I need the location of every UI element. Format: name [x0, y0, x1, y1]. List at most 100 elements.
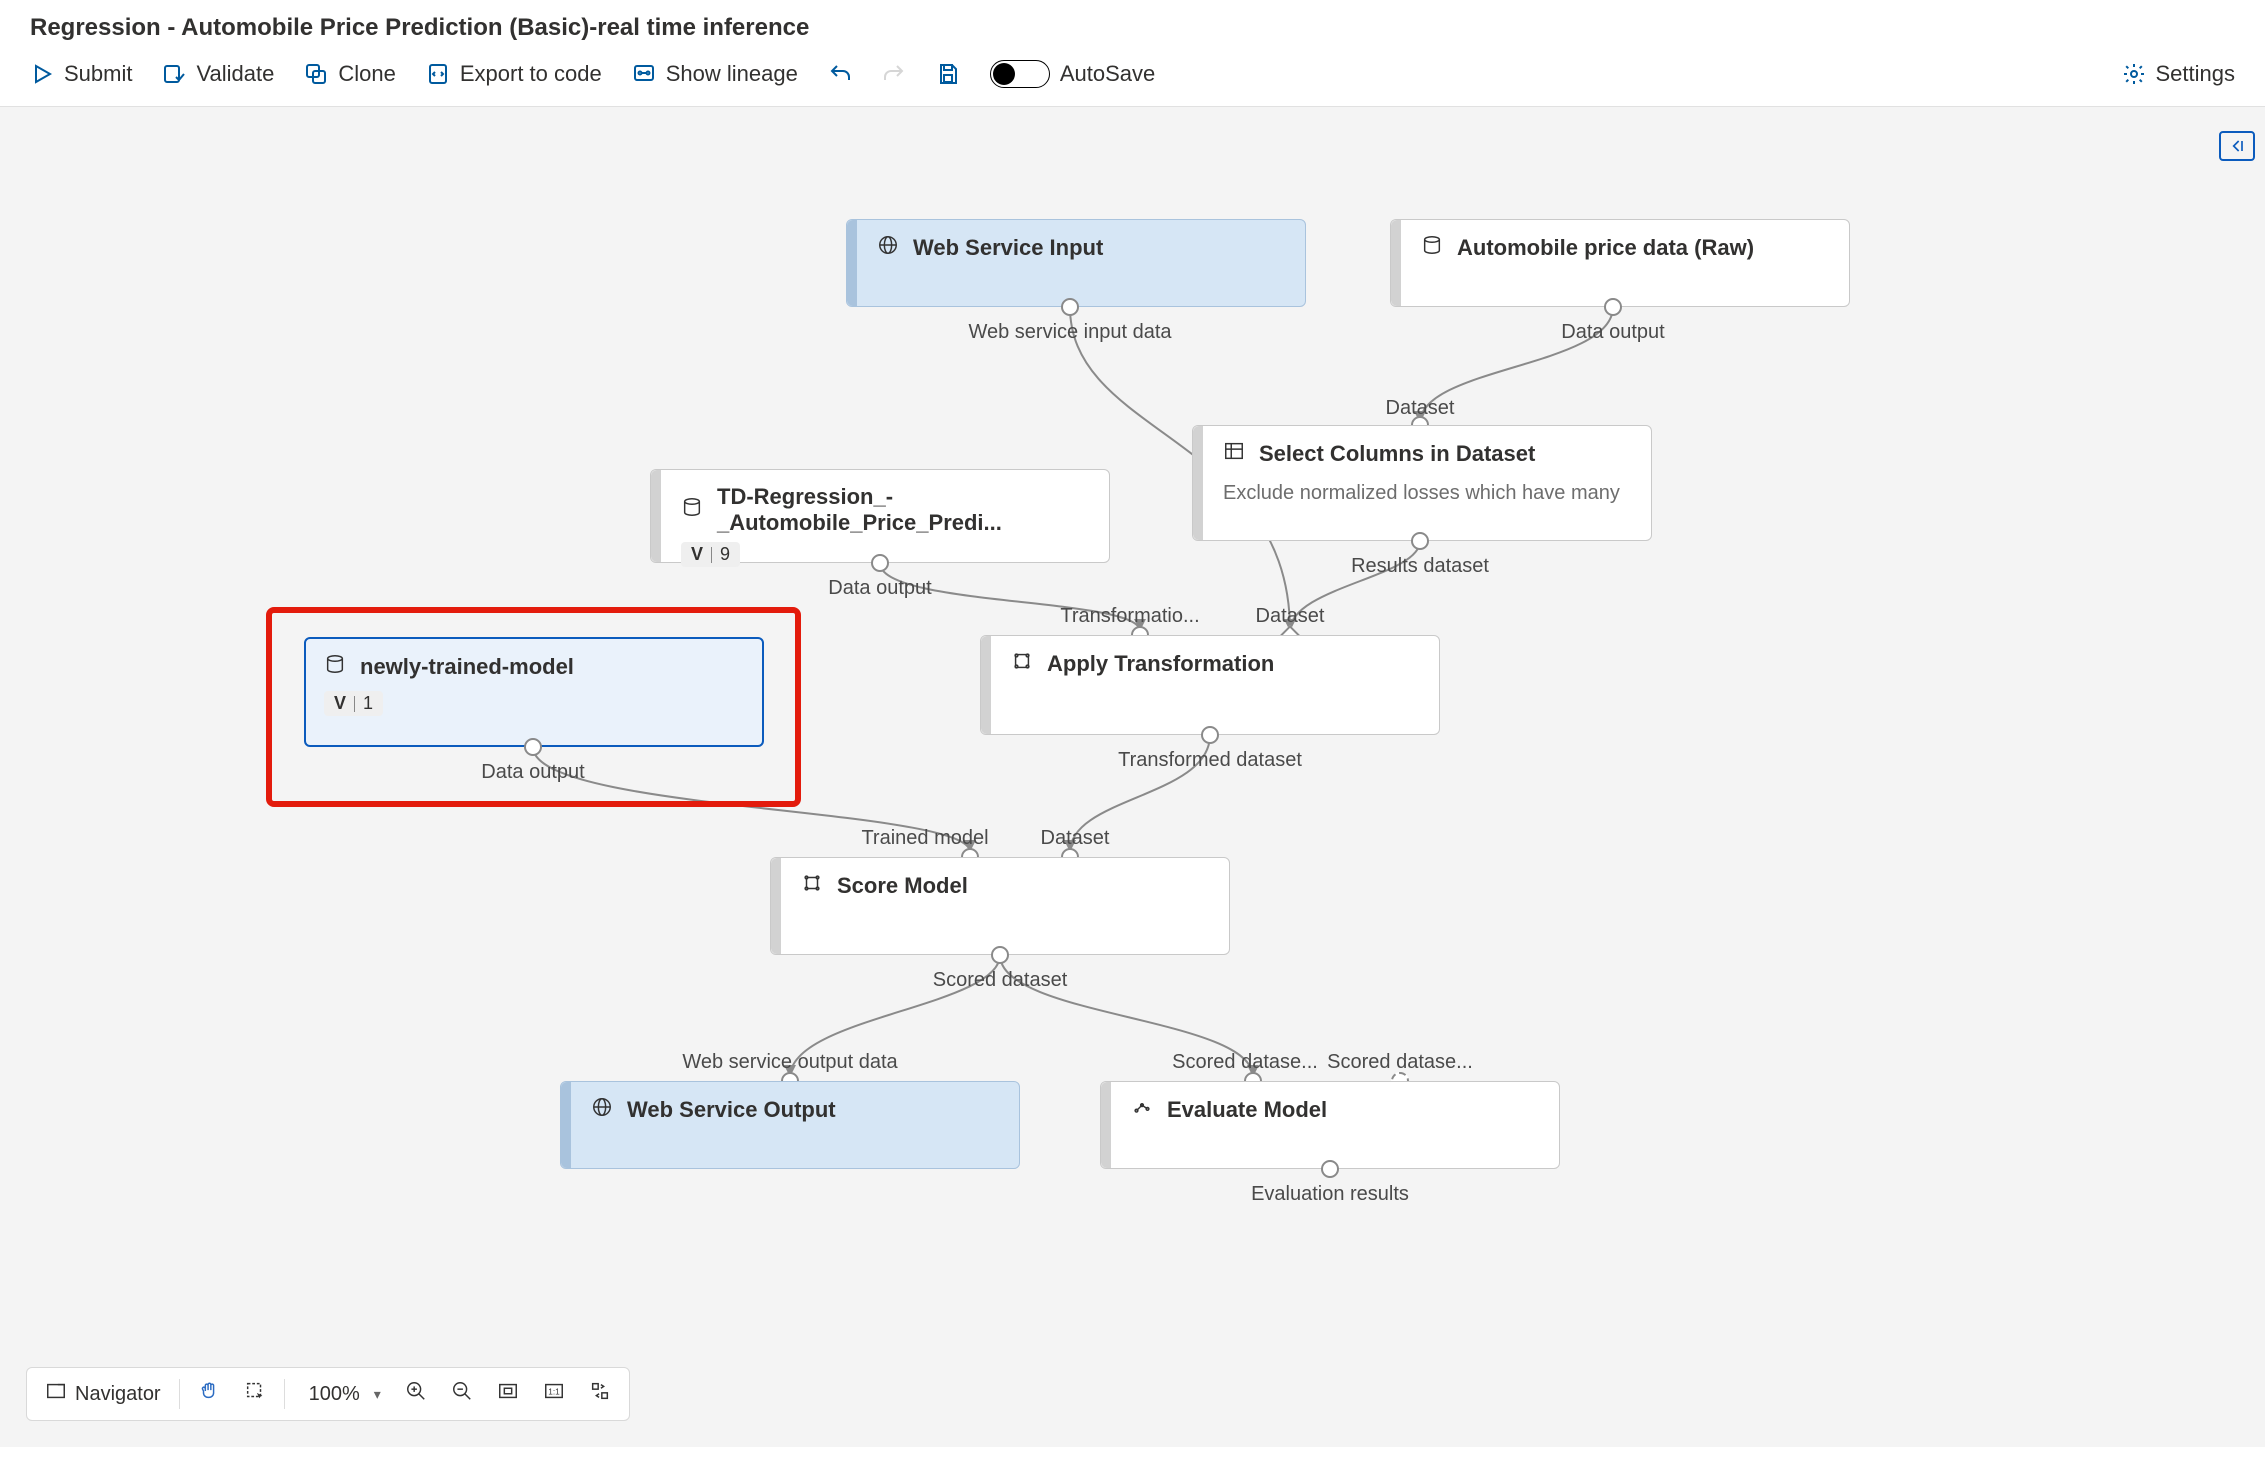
node-title: Web Service Input — [913, 235, 1103, 261]
version-prefix: V — [334, 693, 346, 714]
save-button[interactable] — [936, 62, 960, 86]
output-port[interactable] — [1321, 1160, 1339, 1178]
output-port[interactable] — [1201, 726, 1219, 744]
clone-icon — [304, 62, 328, 86]
output-port[interactable] — [1061, 298, 1079, 316]
port-label: Transformatio... — [1060, 605, 1199, 628]
autosave-toggle[interactable]: AutoSave — [990, 60, 1155, 88]
node-title: Automobile price data (Raw) — [1457, 235, 1754, 261]
svg-text:1:1: 1:1 — [548, 1388, 560, 1397]
database-icon — [681, 496, 703, 524]
port-label: Trained model — [861, 827, 988, 850]
undo-icon — [828, 62, 852, 86]
chart-icon — [1131, 1096, 1153, 1124]
export-label: Export to code — [460, 61, 602, 87]
toggle-switch[interactable] — [990, 60, 1050, 88]
clone-button[interactable]: Clone — [304, 61, 395, 87]
bottom-nav-bar: Navigator 100% ▾ 1:1 — [26, 1367, 630, 1421]
lineage-label: Show lineage — [666, 61, 798, 87]
port-label: Transformed dataset — [1118, 749, 1302, 772]
navigator-label: Navigator — [75, 1383, 161, 1406]
transform-icon — [1011, 650, 1033, 678]
export-code-icon — [426, 62, 450, 86]
chevron-down-icon: ▾ — [374, 1386, 381, 1403]
output-port[interactable] — [871, 554, 889, 572]
validate-button[interactable]: Validate — [162, 61, 274, 87]
port-label: Data output — [481, 761, 584, 784]
node-newly-trained-model[interactable]: newly-trained-model V 1 — [304, 637, 764, 747]
output-port[interactable] — [1604, 298, 1622, 316]
output-port[interactable] — [1411, 532, 1429, 550]
zoom-in-button[interactable] — [393, 1374, 439, 1414]
node-title: Evaluate Model — [1167, 1097, 1327, 1123]
node-title: Select Columns in Dataset — [1259, 441, 1535, 467]
node-evaluate-model[interactable]: Evaluate Model — [1100, 1081, 1560, 1169]
expand-panel-button[interactable] — [2219, 131, 2255, 161]
actual-size-button[interactable]: 1:1 — [531, 1374, 577, 1414]
zoom-level[interactable]: 100% ▾ — [291, 1377, 393, 1412]
zoom-out-icon — [451, 1380, 473, 1408]
node-title: Web Service Output — [627, 1097, 836, 1123]
settings-button[interactable]: Settings — [2122, 61, 2236, 87]
select-button[interactable] — [232, 1374, 278, 1414]
port-label: Web service input data — [968, 321, 1171, 344]
pipeline-canvas[interactable]: Web Service Input Web service input data… — [0, 107, 2265, 1447]
globe-icon — [877, 234, 899, 262]
globe-icon — [591, 1096, 613, 1124]
port-label: Scored dataset — [933, 969, 1068, 992]
version-badge: V 1 — [324, 691, 383, 716]
validate-icon — [162, 62, 186, 86]
show-lineage-button[interactable]: Show lineage — [632, 61, 798, 87]
cursor-select-icon — [244, 1380, 266, 1408]
redo-icon — [882, 62, 906, 86]
port-label: Results dataset — [1351, 555, 1489, 578]
clone-label: Clone — [338, 61, 395, 87]
table-icon — [1223, 440, 1245, 468]
auto-layout-icon — [589, 1380, 611, 1408]
node-title: newly-trained-model — [360, 654, 574, 680]
node-web-service-input[interactable]: Web Service Input — [846, 219, 1306, 307]
node-select-columns[interactable]: Select Columns in Dataset Exclude normal… — [1192, 425, 1652, 541]
node-title: Apply Transformation — [1047, 651, 1274, 677]
page-title: Regression - Automobile Price Prediction… — [0, 0, 2265, 60]
pan-button[interactable] — [186, 1374, 232, 1414]
node-web-service-output[interactable]: Web Service Output — [560, 1081, 1020, 1169]
header: Regression - Automobile Price Prediction… — [0, 0, 2265, 107]
node-td-regression-model[interactable]: TD-Regression_-_Automobile_Price_Predi..… — [650, 469, 1110, 563]
fit-screen-icon — [497, 1380, 519, 1408]
version-number: 1 — [363, 693, 373, 714]
node-apply-transformation[interactable]: Apply Transformation — [980, 635, 1440, 735]
actual-size-icon: 1:1 — [543, 1380, 565, 1408]
undo-button[interactable] — [828, 62, 852, 86]
auto-layout-button[interactable] — [577, 1374, 623, 1414]
port-label: Data output — [828, 577, 931, 600]
validate-label: Validate — [196, 61, 274, 87]
toolbar: Submit Validate Clone Export to code Sho — [0, 60, 2265, 106]
navigator-button[interactable]: Navigator — [33, 1374, 173, 1414]
node-raw-data[interactable]: Automobile price data (Raw) — [1390, 219, 1850, 307]
node-score-model[interactable]: Score Model — [770, 857, 1230, 955]
autosave-label: AutoSave — [1060, 61, 1155, 87]
gear-icon — [2122, 62, 2146, 86]
submit-button[interactable]: Submit — [30, 61, 132, 87]
submit-label: Submit — [64, 61, 132, 87]
port-label: Data output — [1561, 321, 1664, 344]
navigator-icon — [45, 1380, 67, 1408]
lineage-icon — [632, 62, 656, 86]
settings-label: Settings — [2156, 61, 2236, 87]
export-to-code-button[interactable]: Export to code — [426, 61, 602, 87]
output-port[interactable] — [524, 738, 542, 756]
output-port[interactable] — [991, 946, 1009, 964]
port-label: Scored datase... — [1172, 1051, 1318, 1074]
fit-to-screen-button[interactable] — [485, 1374, 531, 1414]
redo-button — [882, 62, 906, 86]
zoom-out-button[interactable] — [439, 1374, 485, 1414]
port-label: Scored datase... — [1327, 1051, 1473, 1074]
port-label: Evaluation results — [1251, 1183, 1409, 1206]
database-icon — [324, 653, 346, 681]
zoom-in-icon — [405, 1380, 427, 1408]
node-title: Score Model — [837, 873, 968, 899]
node-subtitle: Exclude normalized losses which have man… — [1193, 482, 1651, 519]
node-title: TD-Regression_-_Automobile_Price_Predi..… — [717, 484, 1091, 536]
hand-icon — [198, 1380, 220, 1408]
